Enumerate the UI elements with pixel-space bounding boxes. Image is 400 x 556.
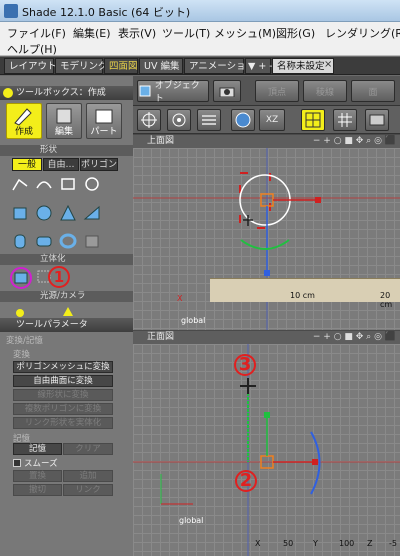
left-panel: ツールボックス：作成 作成 編集 パート 形状 一般 自由… ポリゴン 立体化 … bbox=[0, 76, 133, 556]
convert-free-surface-button[interactable]: 自由曲面に変換 bbox=[13, 375, 113, 387]
cylinder-tool-icon[interactable] bbox=[10, 232, 30, 250]
front-global-label: global bbox=[179, 516, 204, 525]
tab-animation[interactable]: アニメーション bbox=[184, 58, 255, 74]
front-view-scene bbox=[133, 344, 400, 556]
rectangle-tool-icon[interactable] bbox=[58, 175, 78, 193]
menu-file[interactable]: ファイル(F) bbox=[7, 25, 66, 41]
menu-render[interactable]: レンダリング(R) bbox=[325, 25, 400, 41]
target-icon[interactable] bbox=[137, 109, 161, 131]
sphere-tool-icon[interactable] bbox=[34, 204, 54, 222]
front-view-canvas[interactable]: 3 2 global X 50 Y 100 Z -5 bbox=[133, 344, 400, 556]
segment-general[interactable]: 一般 bbox=[12, 158, 42, 171]
front-view-controls[interactable]: − + ○ ■ ✥ ⌕ ◎ ⬛ bbox=[313, 331, 396, 344]
top-view-controls[interactable]: − + ○ ■ ✥ ⌕ ◎ ⬛ bbox=[313, 135, 396, 148]
add-button[interactable]: 追加 bbox=[63, 470, 113, 482]
title-bar: Shade 12.1.0 Basic (64 ビット) bbox=[0, 0, 400, 22]
tab-layout[interactable]: レイアウト bbox=[4, 58, 57, 74]
camera-button[interactable] bbox=[213, 80, 241, 102]
front-view-title: 正面図 bbox=[147, 332, 175, 342]
keyboard-icon[interactable] bbox=[365, 109, 389, 131]
globe-icon[interactable] bbox=[231, 109, 255, 131]
convert-label: 変換 bbox=[13, 350, 31, 360]
solid-section-header[interactable]: 立体化 bbox=[0, 254, 133, 265]
menu-bar: ファイル(F) 編集(E) 表示(V) ツール(T) メッシュ(M) 図形(G)… bbox=[0, 22, 400, 56]
top-axis-x-label: X bbox=[177, 294, 183, 303]
xz-plane-button[interactable]: XZ bbox=[259, 109, 285, 131]
wedge-tool-icon[interactable] bbox=[82, 204, 102, 222]
cone-tool-icon[interactable] bbox=[58, 204, 78, 222]
target-center-icon[interactable] bbox=[167, 109, 191, 131]
convert-multi-polygon-button[interactable]: 複数ポリゴンに変換 bbox=[13, 403, 113, 415]
box-tool-icon[interactable] bbox=[10, 204, 30, 222]
ruler-20cm-label: 20 cm bbox=[380, 291, 393, 309]
top-view-scene bbox=[133, 148, 400, 330]
menu-tool[interactable]: ツール(T) bbox=[162, 25, 210, 41]
app-icon bbox=[4, 4, 18, 18]
tab-uv-edit[interactable]: UV 編集 bbox=[139, 58, 183, 74]
ruler[interactable]: 10 cm 20 cm bbox=[210, 278, 400, 309]
link-button[interactable]: リンク bbox=[63, 484, 113, 496]
shape-section-header[interactable]: 形状 bbox=[0, 145, 133, 156]
window-title: Shade 12.1.0 Basic (64 ビット) bbox=[22, 6, 191, 19]
disc-tool-icon[interactable] bbox=[34, 232, 54, 250]
layout-tab-bar: レイアウト モデリング 四面図 UV 編集 アニメーション ▼ + - 名称未設… bbox=[0, 57, 400, 75]
convert-line-shape-button[interactable]: 線形状に変換 bbox=[13, 389, 113, 401]
toolbox-header: ツールボックス：作成 bbox=[0, 86, 133, 100]
top-view-canvas[interactable]: 10 cm 20 cm X global bbox=[133, 148, 400, 330]
smooth-label: スムーズ bbox=[24, 459, 58, 469]
menu-help[interactable]: ヘルプ(H) bbox=[7, 41, 57, 57]
face-mode-button[interactable]: 面 bbox=[351, 80, 395, 102]
front-view-header: 正面図 − + ○ ■ ✥ ⌕ ◎ ⬛ bbox=[133, 331, 400, 344]
menu-view[interactable]: 表示(V) bbox=[118, 25, 156, 41]
four-view-layout-icon[interactable] bbox=[301, 109, 325, 131]
close-tab-icon[interactable]: × bbox=[324, 59, 332, 70]
menu-edit[interactable]: 編集(E) bbox=[73, 25, 111, 41]
light-camera-section-header[interactable]: 光源/カメラ bbox=[0, 291, 133, 302]
clear-button[interactable]: クリア bbox=[63, 443, 113, 455]
annotation-3: 3 bbox=[234, 354, 256, 376]
segment-free[interactable]: 自由… bbox=[43, 158, 79, 171]
tab-modeling[interactable]: モデリング bbox=[55, 58, 108, 74]
mode-create-button[interactable]: 作成 bbox=[6, 103, 42, 139]
convert-polygon-mesh-button[interactable]: ポリゴンメッシュに変換 bbox=[13, 361, 113, 373]
torus-tool-icon[interactable] bbox=[58, 232, 78, 250]
circle-tool-icon[interactable] bbox=[82, 175, 102, 193]
replace-button[interactable]: 置換 bbox=[13, 470, 62, 482]
main-toolbar: オブジェクト 頂点 稜線 面 bbox=[133, 76, 400, 106]
top-view-header: 上面図 − + ○ ■ ✥ ⌕ ◎ ⬛ bbox=[133, 135, 400, 148]
view-toolbar: XZ bbox=[133, 106, 400, 134]
window-controls bbox=[358, 3, 398, 18]
ruler-10cm-label: 10 cm bbox=[290, 291, 315, 300]
menu-shape[interactable]: 図形(G) bbox=[276, 25, 315, 41]
extra-shape-icon[interactable] bbox=[82, 232, 102, 250]
edge-mode-button[interactable]: 稜線 bbox=[303, 80, 347, 102]
top-global-label: global bbox=[181, 316, 206, 325]
solidify-tool-icon[interactable] bbox=[10, 267, 32, 289]
top-view-title: 上面図 bbox=[147, 136, 175, 146]
grid-icon[interactable] bbox=[333, 109, 357, 131]
mode-part-button[interactable]: パート bbox=[86, 103, 122, 139]
materialize-link-button[interactable]: リンク形状を実体化 bbox=[13, 417, 113, 429]
toolbox-icon bbox=[3, 88, 13, 98]
undo-button[interactable]: 撤切 bbox=[13, 484, 62, 496]
annotation-2: 2 bbox=[235, 470, 257, 492]
memory-button[interactable]: 記憶 bbox=[13, 443, 62, 455]
menu-mesh[interactable]: メッシュ(M) bbox=[214, 25, 276, 41]
segment-polygon[interactable]: ポリゴン bbox=[80, 158, 118, 171]
curve-tool-icon[interactable] bbox=[34, 175, 54, 193]
front-scale-bar: X 50 Y 100 Z -5 bbox=[255, 539, 397, 548]
list-view-icon[interactable] bbox=[197, 109, 221, 131]
mode-edit-button[interactable]: 編集 bbox=[46, 103, 82, 139]
tool-params-header: ツールパラメータ bbox=[0, 318, 133, 332]
cube-icon bbox=[139, 85, 151, 97]
tab-more-button[interactable]: ▼ + - bbox=[245, 58, 273, 74]
tab-four-view[interactable]: 四面図 bbox=[104, 58, 138, 74]
line-tool-icon[interactable] bbox=[10, 175, 30, 193]
vertex-mode-button[interactable]: 頂点 bbox=[255, 80, 299, 102]
smooth-checkbox[interactable] bbox=[13, 459, 21, 467]
camera-icon bbox=[219, 87, 235, 97]
object-mode-button[interactable]: オブジェクト bbox=[137, 80, 209, 104]
convert-memory-label: 変換/記憶 bbox=[6, 336, 43, 346]
annotation-1: 1 bbox=[48, 266, 70, 288]
